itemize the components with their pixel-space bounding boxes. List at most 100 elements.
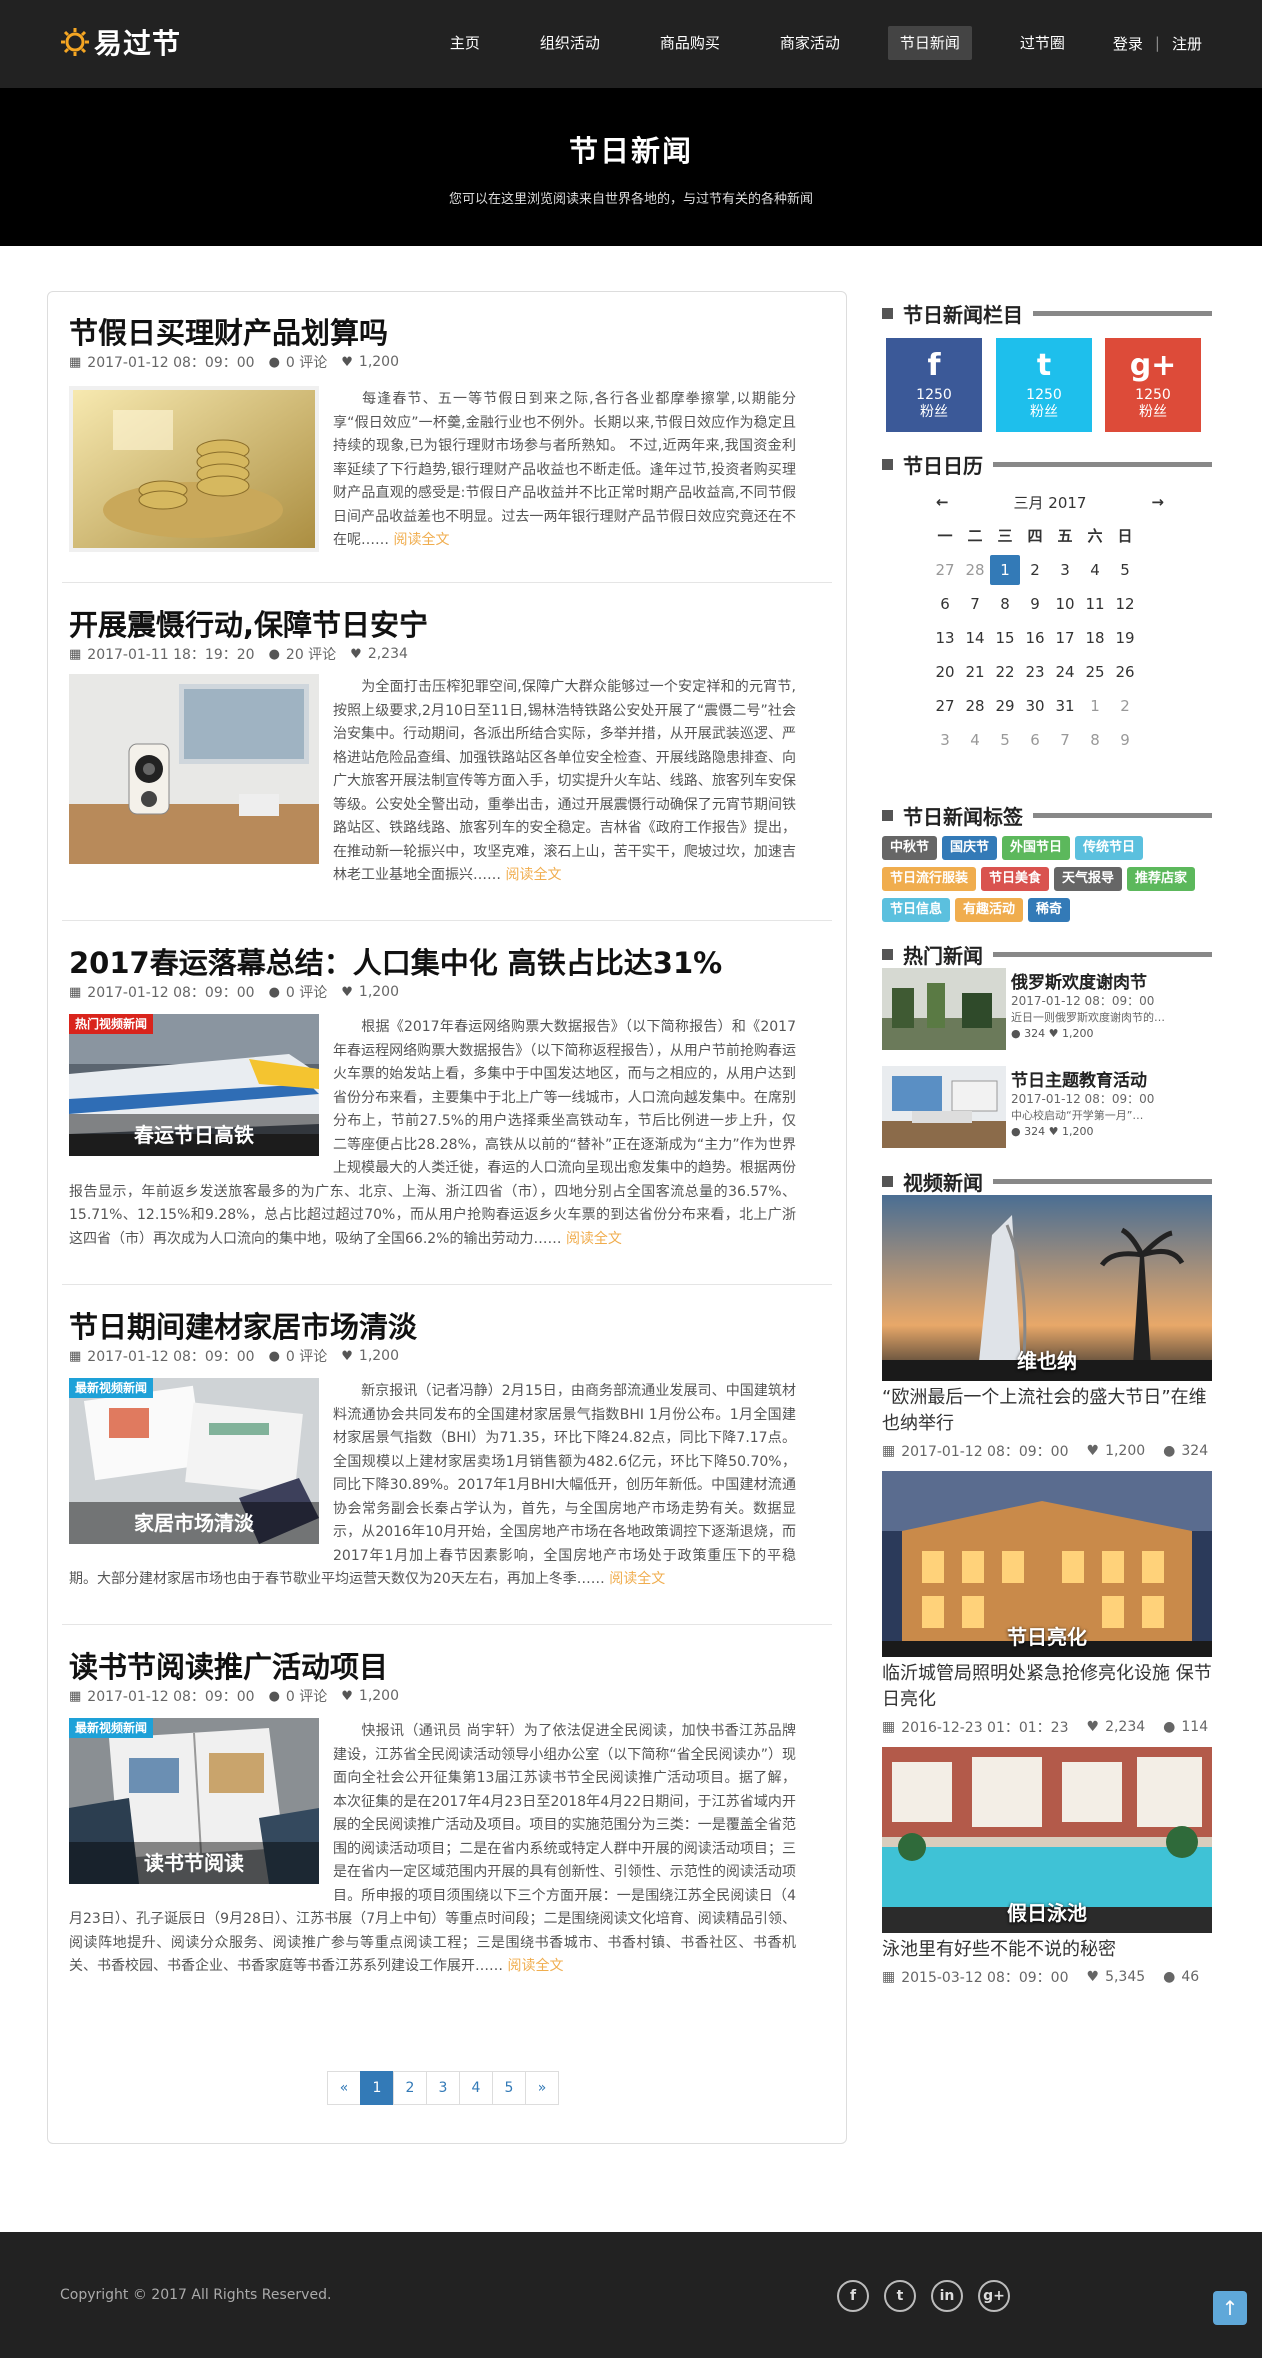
calendar-day[interactable]: 5	[1110, 553, 1140, 587]
footer-twitter-icon[interactable]: t	[884, 2280, 916, 2312]
pagination-page-1[interactable]: 1	[360, 2071, 394, 2105]
calendar-day[interactable]: 29	[990, 689, 1020, 723]
tag-link[interactable]: 节日流行服装	[882, 867, 977, 891]
video-news-item[interactable]: 维也纳 “欧洲最后一个上流社会的盛大节日”在维也纳举行 ▦ 2017-01-12 …	[882, 1195, 1212, 1461]
calendar-day[interactable]: 13	[930, 621, 960, 655]
calendar-day[interactable]: 28	[960, 553, 990, 587]
pagination-page-3[interactable]: 3	[426, 2071, 460, 2105]
video-news-item[interactable]: 节日亮化 临沂城管局照明处紧急抢修亮化设施 保节日亮化 ▦ 2016-12-23 …	[882, 1471, 1212, 1737]
calendar-day[interactable]: 6	[1020, 723, 1050, 757]
read-more-link[interactable]: 阅读全文	[507, 1958, 563, 1974]
calendar-day[interactable]: 7	[960, 587, 990, 621]
calendar-day[interactable]: 6	[930, 587, 960, 621]
tag-link[interactable]: 天气报导	[1054, 867, 1123, 891]
video-thumbnail[interactable]: 节日亮化	[882, 1471, 1212, 1657]
tag-link[interactable]: 外国节日	[1002, 836, 1071, 860]
nav-shop[interactable]: 商品购买	[648, 26, 732, 60]
pagination-prev[interactable]: «	[327, 2071, 361, 2105]
nav-merchant-events[interactable]: 商家活动	[768, 26, 852, 60]
calendar-day[interactable]: 31	[1050, 689, 1080, 723]
social-google-plus[interactable]: g+ 1250 粉丝	[1105, 338, 1201, 432]
calendar-day[interactable]: 20	[930, 655, 960, 689]
social-facebook[interactable]: f 1250 粉丝	[886, 338, 982, 432]
video-thumbnail[interactable]: 假日泳池	[882, 1747, 1212, 1933]
video-title[interactable]: 临沂城管局照明处紧急抢修亮化设施 保节日亮化	[882, 1661, 1212, 1713]
calendar-day[interactable]: 1	[990, 555, 1020, 585]
video-title[interactable]: “欧洲最后一个上流社会的盛大节日”在维也纳举行	[882, 1385, 1212, 1437]
calendar-day[interactable]: 14	[960, 621, 990, 655]
calendar-day[interactable]: 5	[990, 723, 1020, 757]
footer-linkedin-icon[interactable]: in	[931, 2280, 963, 2312]
pagination-next[interactable]: »	[525, 2071, 559, 2105]
calendar-day[interactable]: 10	[1050, 587, 1080, 621]
calendar-next-button[interactable]: →	[1151, 493, 1164, 511]
video-news-item[interactable]: 假日泳池 泳池里有好些不能不说的秘密 ▦ 2015-03-12 08：09：00 …	[882, 1747, 1212, 1987]
video-thumbnail[interactable]: 维也纳	[882, 1195, 1212, 1381]
footer-facebook-icon[interactable]: f	[837, 2280, 869, 2312]
calendar-day[interactable]: 8	[1080, 723, 1110, 757]
post-comments[interactable]: 0 评论	[286, 352, 327, 372]
calendar-day[interactable]: 27	[930, 553, 960, 587]
calendar-day[interactable]: 26	[1110, 655, 1140, 689]
nav-home[interactable]: 主页	[438, 26, 492, 60]
post-comments[interactable]: 20 评论	[286, 644, 336, 664]
calendar-day[interactable]: 15	[990, 621, 1020, 655]
tag-link[interactable]: 节日美食	[981, 867, 1050, 891]
calendar-day[interactable]: 12	[1110, 587, 1140, 621]
calendar-day[interactable]: 2	[1110, 689, 1140, 723]
pagination-page-4[interactable]: 4	[459, 2071, 493, 2105]
calendar-day[interactable]: 24	[1050, 655, 1080, 689]
pagination-page-5[interactable]: 5	[492, 2071, 526, 2105]
calendar-day[interactable]: 23	[1020, 655, 1050, 689]
calendar-day[interactable]: 7	[1050, 723, 1080, 757]
read-more-link[interactable]: 阅读全文	[566, 1231, 622, 1247]
post-comments[interactable]: 0 评论	[286, 1686, 327, 1706]
read-more-link[interactable]: 阅读全文	[393, 532, 449, 548]
calendar-day[interactable]: 2	[1020, 553, 1050, 587]
calendar-prev-button[interactable]: ←	[936, 493, 949, 511]
post-comments[interactable]: 0 评论	[286, 1346, 327, 1366]
post-title[interactable]: 节假日买理财产品划算吗	[69, 310, 388, 352]
calendar-day[interactable]: 9	[1020, 587, 1050, 621]
calendar-day[interactable]: 9	[1110, 723, 1140, 757]
read-more-link[interactable]: 阅读全文	[609, 1571, 665, 1587]
back-to-top-icon[interactable]: ↑	[1213, 2291, 1247, 2325]
nav-organize-events[interactable]: 组织活动	[528, 26, 612, 60]
calendar-day[interactable]: 11	[1080, 587, 1110, 621]
tag-link[interactable]: 国庆节	[942, 836, 998, 860]
calendar-day[interactable]: 4	[960, 723, 990, 757]
nav-holiday-news[interactable]: 节日新闻	[887, 26, 972, 60]
calendar-day[interactable]: 3	[1050, 553, 1080, 587]
register-link[interactable]: 注册	[1172, 33, 1202, 54]
calendar-day[interactable]: 16	[1020, 621, 1050, 655]
calendar-day[interactable]: 21	[960, 655, 990, 689]
post-title[interactable]: 读书节阅读推广活动项目	[69, 1644, 388, 1686]
tag-link[interactable]: 传统节日	[1075, 836, 1144, 860]
calendar-day[interactable]: 18	[1080, 621, 1110, 655]
post-title[interactable]: 2017春运落幕总结：人口集中化 高铁占比达31%	[69, 940, 722, 982]
calendar-day[interactable]: 19	[1110, 621, 1140, 655]
nav-holiday-circle[interactable]: 过节圈	[1008, 26, 1077, 60]
post-comments[interactable]: 0 评论	[286, 982, 327, 1002]
tag-link[interactable]: 节日信息	[882, 898, 951, 922]
calendar-day[interactable]: 8	[990, 587, 1020, 621]
calendar-day[interactable]: 1	[1080, 689, 1110, 723]
calendar-day[interactable]: 3	[930, 723, 960, 757]
hot-news-item[interactable]: 节日主题教育活动 2017-01-12 08：09：00 中心校启动“开学第一月…	[882, 1066, 1222, 1151]
calendar-day[interactable]: 30	[1020, 689, 1050, 723]
calendar-day[interactable]: 28	[960, 689, 990, 723]
calendar-day[interactable]: 22	[990, 655, 1020, 689]
pagination-page-2[interactable]: 2	[393, 2071, 427, 2105]
social-twitter[interactable]: t 1250 粉丝	[996, 338, 1092, 432]
read-more-link[interactable]: 阅读全文	[505, 867, 561, 883]
tag-link[interactable]: 中秋节	[882, 836, 938, 860]
login-link[interactable]: 登录	[1113, 33, 1143, 54]
calendar-day[interactable]: 4	[1080, 553, 1110, 587]
calendar-day[interactable]: 27	[930, 689, 960, 723]
tag-link[interactable]: 推荐店家	[1127, 867, 1196, 891]
site-logo[interactable]: 易过节	[60, 22, 181, 62]
tag-link[interactable]: 有趣活动	[955, 898, 1024, 922]
hot-news-item[interactable]: 俄罗斯欢度谢肉节 2017-01-12 08：09：00 近日一则俄罗斯欢度谢肉…	[882, 968, 1222, 1053]
calendar-day[interactable]: 25	[1080, 655, 1110, 689]
footer-google-plus-icon[interactable]: g+	[978, 2280, 1010, 2312]
